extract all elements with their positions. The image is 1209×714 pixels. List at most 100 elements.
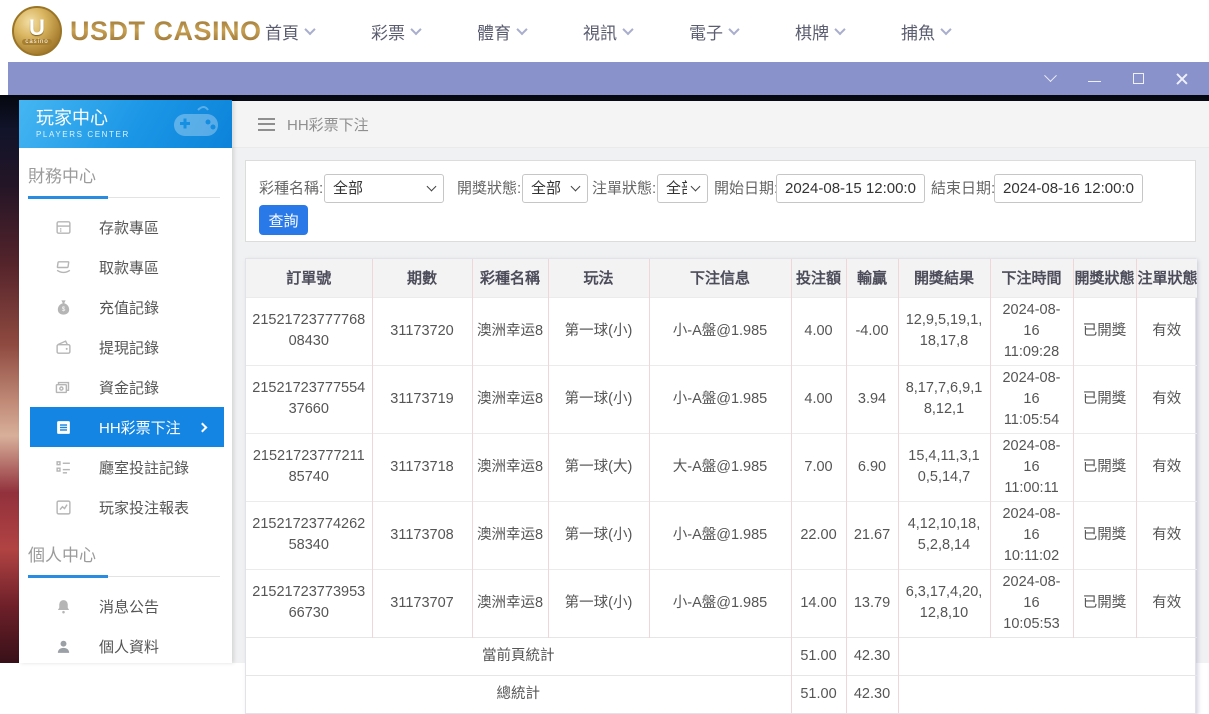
- grand-total-winloss: 42.30: [846, 675, 898, 713]
- nav-item-electronic[interactable]: 電子: [689, 19, 738, 44]
- page-header: HH彩票下注: [232, 101, 1209, 148]
- order-status-label: 注單狀態:: [592, 174, 656, 203]
- close-icon: [1176, 73, 1188, 85]
- current-page-bet-total: 51.00: [791, 637, 846, 675]
- col-draw-status: 開獎狀態: [1073, 259, 1136, 297]
- sidebar-item-funds-record[interactable]: 資金記錄: [19, 367, 232, 407]
- logo-letter: U: [29, 18, 45, 38]
- sidebar-item-hh-lottery-bets[interactable]: HH彩票下注: [30, 407, 224, 447]
- grand-total-label: 總統計: [246, 675, 791, 713]
- table-cell: 31173720: [372, 297, 472, 365]
- sidebar-item-room-bet-records[interactable]: 廳室投註記錄: [19, 447, 232, 487]
- grand-total-bet: 51.00: [791, 675, 846, 713]
- chevron-down-icon: [834, 24, 845, 35]
- lottery-name-select-wrap: 全部: [324, 174, 444, 203]
- logo-small-text: casino: [22, 39, 51, 45]
- chevron-right-icon: [198, 422, 208, 432]
- table-cell: 澳洲幸运8: [472, 297, 548, 365]
- sidebar-item-deposit[interactable]: 存款專區: [19, 207, 232, 247]
- sidebar-section-finance: 財務中心: [19, 148, 232, 187]
- table-header-row: 訂單號 期數 彩種名稱 玩法 下注信息 投注額 輸贏 開獎結果 下注時間 開獎狀…: [246, 259, 1197, 297]
- bell-icon: [55, 598, 72, 615]
- sidebar-item-recharge-record[interactable]: $ 充值記錄: [19, 287, 232, 327]
- table-cell: 31173708: [372, 501, 472, 569]
- table-row: 215217237777680843031173720澳洲幸运8第一球(小)小-…: [246, 297, 1197, 365]
- start-date-label: 開始日期:: [714, 174, 778, 203]
- table-cell: 2024-08-16 10:05:53: [990, 569, 1073, 637]
- table-cell: 2152172377721185740: [246, 433, 372, 501]
- chevron-down-icon: [622, 24, 633, 35]
- sidebar-item-withdraw[interactable]: 取款專區: [19, 247, 232, 287]
- nav-item-lottery[interactable]: 彩票: [371, 19, 420, 44]
- table-cell: 2152172377755437660: [246, 365, 372, 433]
- table-cell: 6,3,17,4,20,12,8,10: [898, 569, 990, 637]
- nav-item-home[interactable]: 首頁: [265, 19, 314, 44]
- withdraw-hand-icon: [55, 259, 72, 276]
- bets-table-wrap: 訂單號 期數 彩種名稱 玩法 下注信息 投注額 輸贏 開獎結果 下注時間 開獎狀…: [245, 258, 1196, 714]
- sidebar-item-profile[interactable]: 個人資料: [19, 626, 232, 666]
- sidebar-item-withdrawal-record[interactable]: 提現記錄: [19, 327, 232, 367]
- window-maximize-button[interactable]: [1125, 67, 1151, 91]
- window-close-button[interactable]: [1169, 67, 1195, 91]
- table-cell: 已開獎: [1073, 501, 1136, 569]
- nav-item-video[interactable]: 視訊: [583, 19, 632, 44]
- table-cell: 14.00: [791, 569, 846, 637]
- search-button[interactable]: 查詢: [259, 205, 308, 235]
- table-cell: 第一球(小): [548, 501, 649, 569]
- col-bet-info: 下注信息: [649, 259, 791, 297]
- col-bet-amount: 投注額: [791, 259, 846, 297]
- svg-text:$: $: [62, 306, 66, 313]
- maximize-icon: [1133, 73, 1144, 84]
- nav-item-fishing[interactable]: 捕魚: [901, 19, 950, 44]
- table-cell: 小-A盤@1.985: [649, 297, 791, 365]
- table-cell: 有效: [1136, 365, 1197, 433]
- start-date-input[interactable]: [776, 174, 925, 203]
- draw-status-select[interactable]: 全部: [522, 174, 588, 203]
- table-cell: 澳洲幸运8: [472, 365, 548, 433]
- table-cell: 4.00: [791, 297, 846, 365]
- table-cell: 12,9,5,19,1,18,17,8: [898, 297, 990, 365]
- chevron-down-icon: [728, 24, 739, 35]
- user-icon: [55, 638, 72, 655]
- end-date-label: 結束日期:: [931, 174, 995, 203]
- table-cell: 6.90: [846, 433, 898, 501]
- col-order-status: 注單狀態: [1136, 259, 1197, 297]
- end-date-input[interactable]: [994, 174, 1143, 203]
- funds-bag-icon: [55, 379, 72, 396]
- sidebar-header: 玩家中心 PLAYERS CENTER: [19, 100, 232, 148]
- draw-status-label: 開獎狀態:: [457, 174, 521, 203]
- logo-coin-icon: U casino: [12, 6, 62, 56]
- nav-item-boardgames[interactable]: 棋牌: [795, 19, 844, 44]
- hamburger-menu-icon[interactable]: [258, 118, 275, 131]
- table-cell: 澳洲幸运8: [472, 569, 548, 637]
- sidebar-item-announcements[interactable]: 消息公告: [19, 586, 232, 626]
- brand-logo[interactable]: U casino USDT CASINO: [12, 6, 262, 56]
- nav-item-sports[interactable]: 體育: [477, 19, 526, 44]
- report-chart-icon: [55, 499, 72, 516]
- table-cell: 第一球(小): [548, 569, 649, 637]
- section-underline: [28, 196, 220, 199]
- window-minimize-button[interactable]: [1081, 67, 1107, 91]
- bets-table: 訂單號 期數 彩種名稱 玩法 下注信息 投注額 輸贏 開獎結果 下注時間 開獎狀…: [246, 259, 1197, 713]
- table-cell: 21.67: [846, 501, 898, 569]
- table-cell: 13.79: [846, 569, 898, 637]
- table-row: 215217237739536673031173707澳洲幸运8第一球(小)小-…: [246, 569, 1197, 637]
- order-status-select[interactable]: 全部: [657, 174, 708, 203]
- wallet-icon: [55, 339, 72, 356]
- window-collapse-button[interactable]: [1037, 67, 1063, 91]
- table-row: 215217237775543766031173719澳洲幸运8第一球(小)小-…: [246, 365, 1197, 433]
- table-cell: 小-A盤@1.985: [649, 501, 791, 569]
- grand-total-empty: [898, 675, 1197, 713]
- current-page-winloss-total: 42.30: [846, 637, 898, 675]
- table-cell: 已開獎: [1073, 433, 1136, 501]
- table-cell: 已開獎: [1073, 297, 1136, 365]
- sidebar-item-player-bet-report[interactable]: 玩家投注報表: [19, 487, 232, 527]
- table-cell: 有效: [1136, 297, 1197, 365]
- table-cell: 31173707: [372, 569, 472, 637]
- table-cell: 小-A盤@1.985: [649, 569, 791, 637]
- lottery-name-select[interactable]: 全部: [324, 174, 444, 203]
- lottery-name-label: 彩種名稱:: [259, 174, 323, 203]
- col-period: 期數: [372, 259, 472, 297]
- table-cell: 2152172377776808430: [246, 297, 372, 365]
- money-bag-icon: $: [55, 299, 72, 316]
